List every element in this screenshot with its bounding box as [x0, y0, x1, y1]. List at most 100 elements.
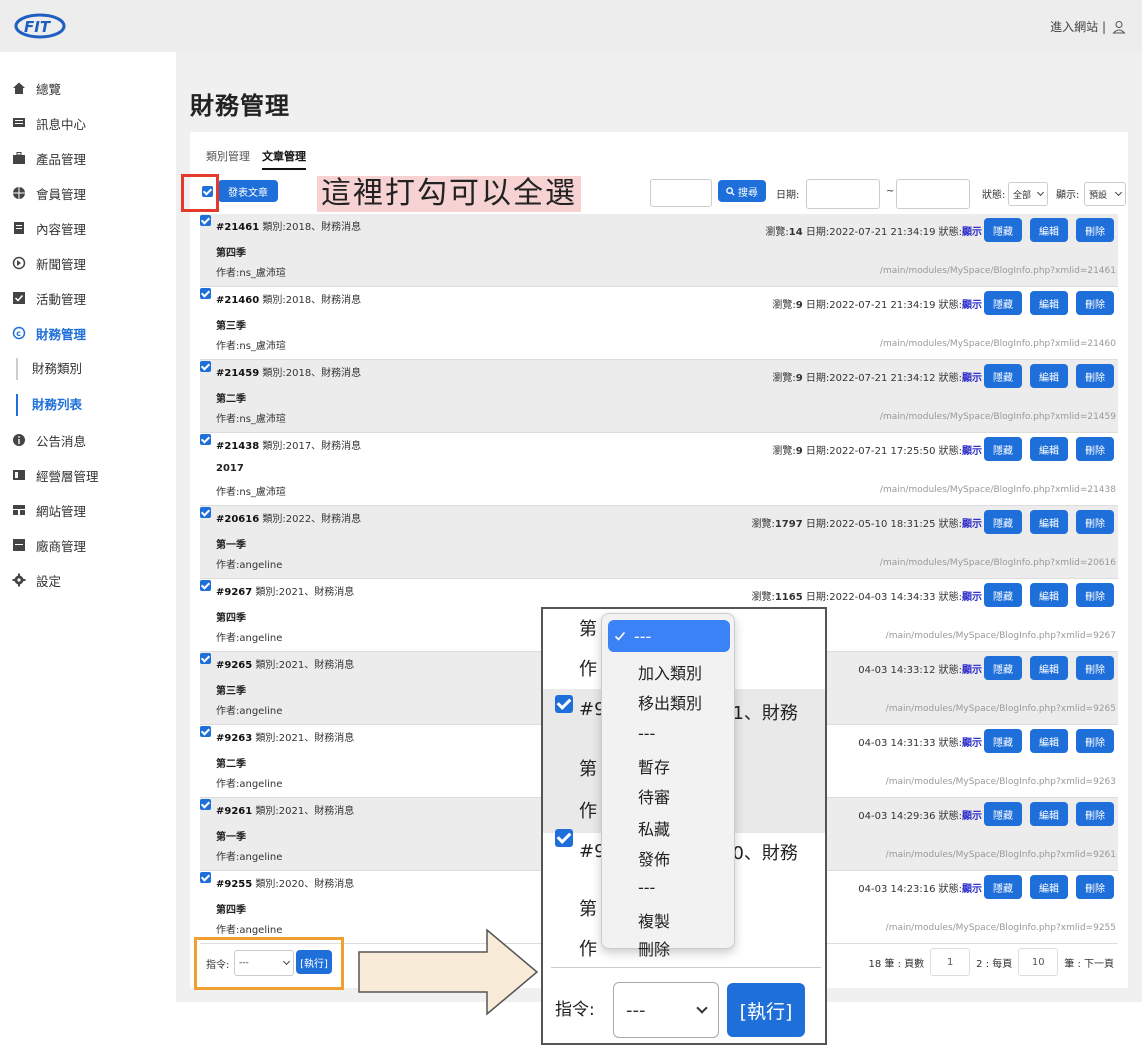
row-checkbox[interactable]	[200, 434, 211, 445]
article-title[interactable]: 第四季	[216, 244, 246, 259]
sidebar-item-vendors[interactable]: 廠商管理	[12, 535, 86, 555]
hide-button[interactable]: 隱藏	[984, 802, 1022, 826]
delete-button[interactable]: 刪除	[1076, 364, 1114, 388]
add-article-button[interactable]: 發表文章	[218, 180, 278, 202]
article-url[interactable]: /main/modules/MySpace/BlogInfo.php?xmlid…	[886, 777, 1116, 787]
enter-site-link[interactable]: 進入網站 |	[1050, 18, 1106, 35]
article-url[interactable]: /main/modules/MySpace/BlogInfo.php?xmlid…	[880, 558, 1116, 568]
row-checkbox[interactable]	[200, 580, 211, 591]
dropdown-option[interactable]: 加入類別	[638, 660, 702, 684]
sidebar-item-products[interactable]: 產品管理	[12, 148, 86, 168]
page-number-input[interactable]: 1	[930, 948, 971, 976]
search-button[interactable]: 搜尋	[718, 180, 766, 202]
article-url[interactable]: /main/modules/MySpace/BlogInfo.php?xmlid…	[880, 485, 1116, 495]
dropdown-option[interactable]: 暫存	[638, 754, 670, 778]
article-url[interactable]: /main/modules/MySpace/BlogInfo.php?xmlid…	[880, 339, 1116, 349]
search-input[interactable]	[650, 179, 712, 207]
dropdown-option[interactable]: 發佈	[638, 846, 670, 870]
article-title[interactable]: 2017	[216, 463, 244, 474]
sidebar-item-members[interactable]: 會員管理	[12, 183, 86, 203]
article-title[interactable]: 第二季	[216, 755, 246, 770]
fit-logo[interactable]: FIT	[14, 13, 70, 39]
dropdown-option[interactable]: ---	[638, 724, 655, 743]
article-title[interactable]: 第一季	[216, 828, 246, 843]
hide-button[interactable]: 隱藏	[984, 875, 1022, 899]
article-url[interactable]: /main/modules/MySpace/BlogInfo.php?xmlid…	[880, 266, 1116, 276]
article-title[interactable]: 第三季	[216, 317, 246, 332]
row-checkbox[interactable]	[200, 872, 211, 883]
sidebar-item-content[interactable]: 內容管理	[12, 218, 86, 238]
sidebar-item-website[interactable]: 網站管理	[12, 500, 86, 520]
date-start-input[interactable]	[806, 179, 880, 209]
delete-button[interactable]: 刪除	[1076, 437, 1114, 461]
row-checkbox[interactable]	[200, 799, 211, 810]
hide-button[interactable]: 隱藏	[984, 510, 1022, 534]
delete-button[interactable]: 刪除	[1076, 729, 1114, 753]
zoom-command-select[interactable]: ---	[613, 982, 719, 1038]
delete-button[interactable]: 刪除	[1076, 583, 1114, 607]
status-select[interactable]: 全部	[1008, 182, 1048, 206]
article-id[interactable]: #9261	[216, 806, 252, 817]
sidebar-item-events[interactable]: 活動管理	[12, 288, 86, 308]
edit-button[interactable]: 編輯	[1030, 510, 1068, 534]
edit-button[interactable]: 編輯	[1030, 437, 1068, 461]
article-id[interactable]: #21460	[216, 295, 259, 306]
article-url[interactable]: /main/modules/MySpace/BlogInfo.php?xmlid…	[886, 850, 1116, 860]
dropdown-option[interactable]: 刪除	[638, 936, 670, 960]
article-id[interactable]: #9255	[216, 879, 252, 890]
per-page-input[interactable]: 10	[1018, 948, 1059, 976]
edit-button[interactable]: 編輯	[1030, 291, 1068, 315]
row-checkbox[interactable]	[200, 215, 211, 226]
delete-button[interactable]: 刪除	[1076, 291, 1114, 315]
edit-button[interactable]: 編輯	[1030, 583, 1068, 607]
tab-category-management[interactable]: 類別管理	[206, 148, 250, 170]
edit-button[interactable]: 編輯	[1030, 875, 1068, 899]
article-id[interactable]: #21459	[216, 368, 259, 379]
sidebar-item-news[interactable]: 新聞管理	[12, 253, 86, 273]
article-title[interactable]: 第三季	[216, 682, 246, 697]
user-icon[interactable]	[1112, 20, 1126, 34]
date-end-input[interactable]	[896, 179, 970, 209]
sidebar-subitem-finance-category[interactable]: 財務類別	[16, 358, 82, 380]
sidebar-item-settings[interactable]: 設定	[12, 570, 61, 590]
article-id[interactable]: #9265	[216, 660, 252, 671]
hide-button[interactable]: 隱藏	[984, 729, 1022, 753]
article-id[interactable]: #9267	[216, 587, 252, 598]
edit-button[interactable]: 編輯	[1030, 802, 1068, 826]
hide-button[interactable]: 隱藏	[984, 364, 1022, 388]
edit-button[interactable]: 編輯	[1030, 729, 1068, 753]
tab-article-management[interactable]: 文章管理	[262, 148, 306, 170]
row-checkbox[interactable]	[200, 726, 211, 737]
zoom-execute-button[interactable]: [執行]	[727, 983, 805, 1037]
sidebar-item-messages[interactable]: 訊息中心	[12, 113, 86, 133]
sidebar-item-finance[interactable]: c 財務管理	[12, 323, 86, 343]
row-checkbox[interactable]	[200, 507, 211, 518]
delete-button[interactable]: 刪除	[1076, 218, 1114, 242]
hide-button[interactable]: 隱藏	[984, 437, 1022, 461]
article-url[interactable]: /main/modules/MySpace/BlogInfo.php?xmlid…	[886, 631, 1116, 641]
edit-button[interactable]: 編輯	[1030, 364, 1068, 388]
article-id[interactable]: #20616	[216, 514, 259, 525]
dropdown-option-selected[interactable]: ---	[608, 620, 730, 652]
edit-button[interactable]: 編輯	[1030, 218, 1068, 242]
display-select[interactable]: 預設	[1084, 182, 1126, 206]
article-id[interactable]: #9263	[216, 733, 252, 744]
article-title[interactable]: 第四季	[216, 609, 246, 624]
hide-button[interactable]: 隱藏	[984, 583, 1022, 607]
sidebar-item-management[interactable]: 經營層管理	[12, 465, 99, 485]
article-url[interactable]: /main/modules/MySpace/BlogInfo.php?xmlid…	[886, 923, 1116, 933]
dropdown-option[interactable]: 複製	[638, 908, 670, 932]
dropdown-option[interactable]: 待審	[638, 784, 670, 808]
delete-button[interactable]: 刪除	[1076, 802, 1114, 826]
sidebar-item-announcements[interactable]: 公告消息	[12, 430, 86, 450]
edit-button[interactable]: 編輯	[1030, 656, 1068, 680]
article-title[interactable]: 第四季	[216, 901, 246, 916]
delete-button[interactable]: 刪除	[1076, 875, 1114, 899]
sidebar-item-overview[interactable]: 總覽	[12, 78, 61, 98]
dropdown-option[interactable]: 私藏	[638, 816, 670, 840]
next-page-link[interactable]: 筆 : 下一頁	[1064, 955, 1114, 970]
sidebar-subitem-finance-list[interactable]: 財務列表	[16, 394, 82, 416]
article-id[interactable]: #21438	[216, 441, 259, 452]
article-url[interactable]: /main/modules/MySpace/BlogInfo.php?xmlid…	[886, 704, 1116, 714]
article-url[interactable]: /main/modules/MySpace/BlogInfo.php?xmlid…	[880, 412, 1116, 422]
